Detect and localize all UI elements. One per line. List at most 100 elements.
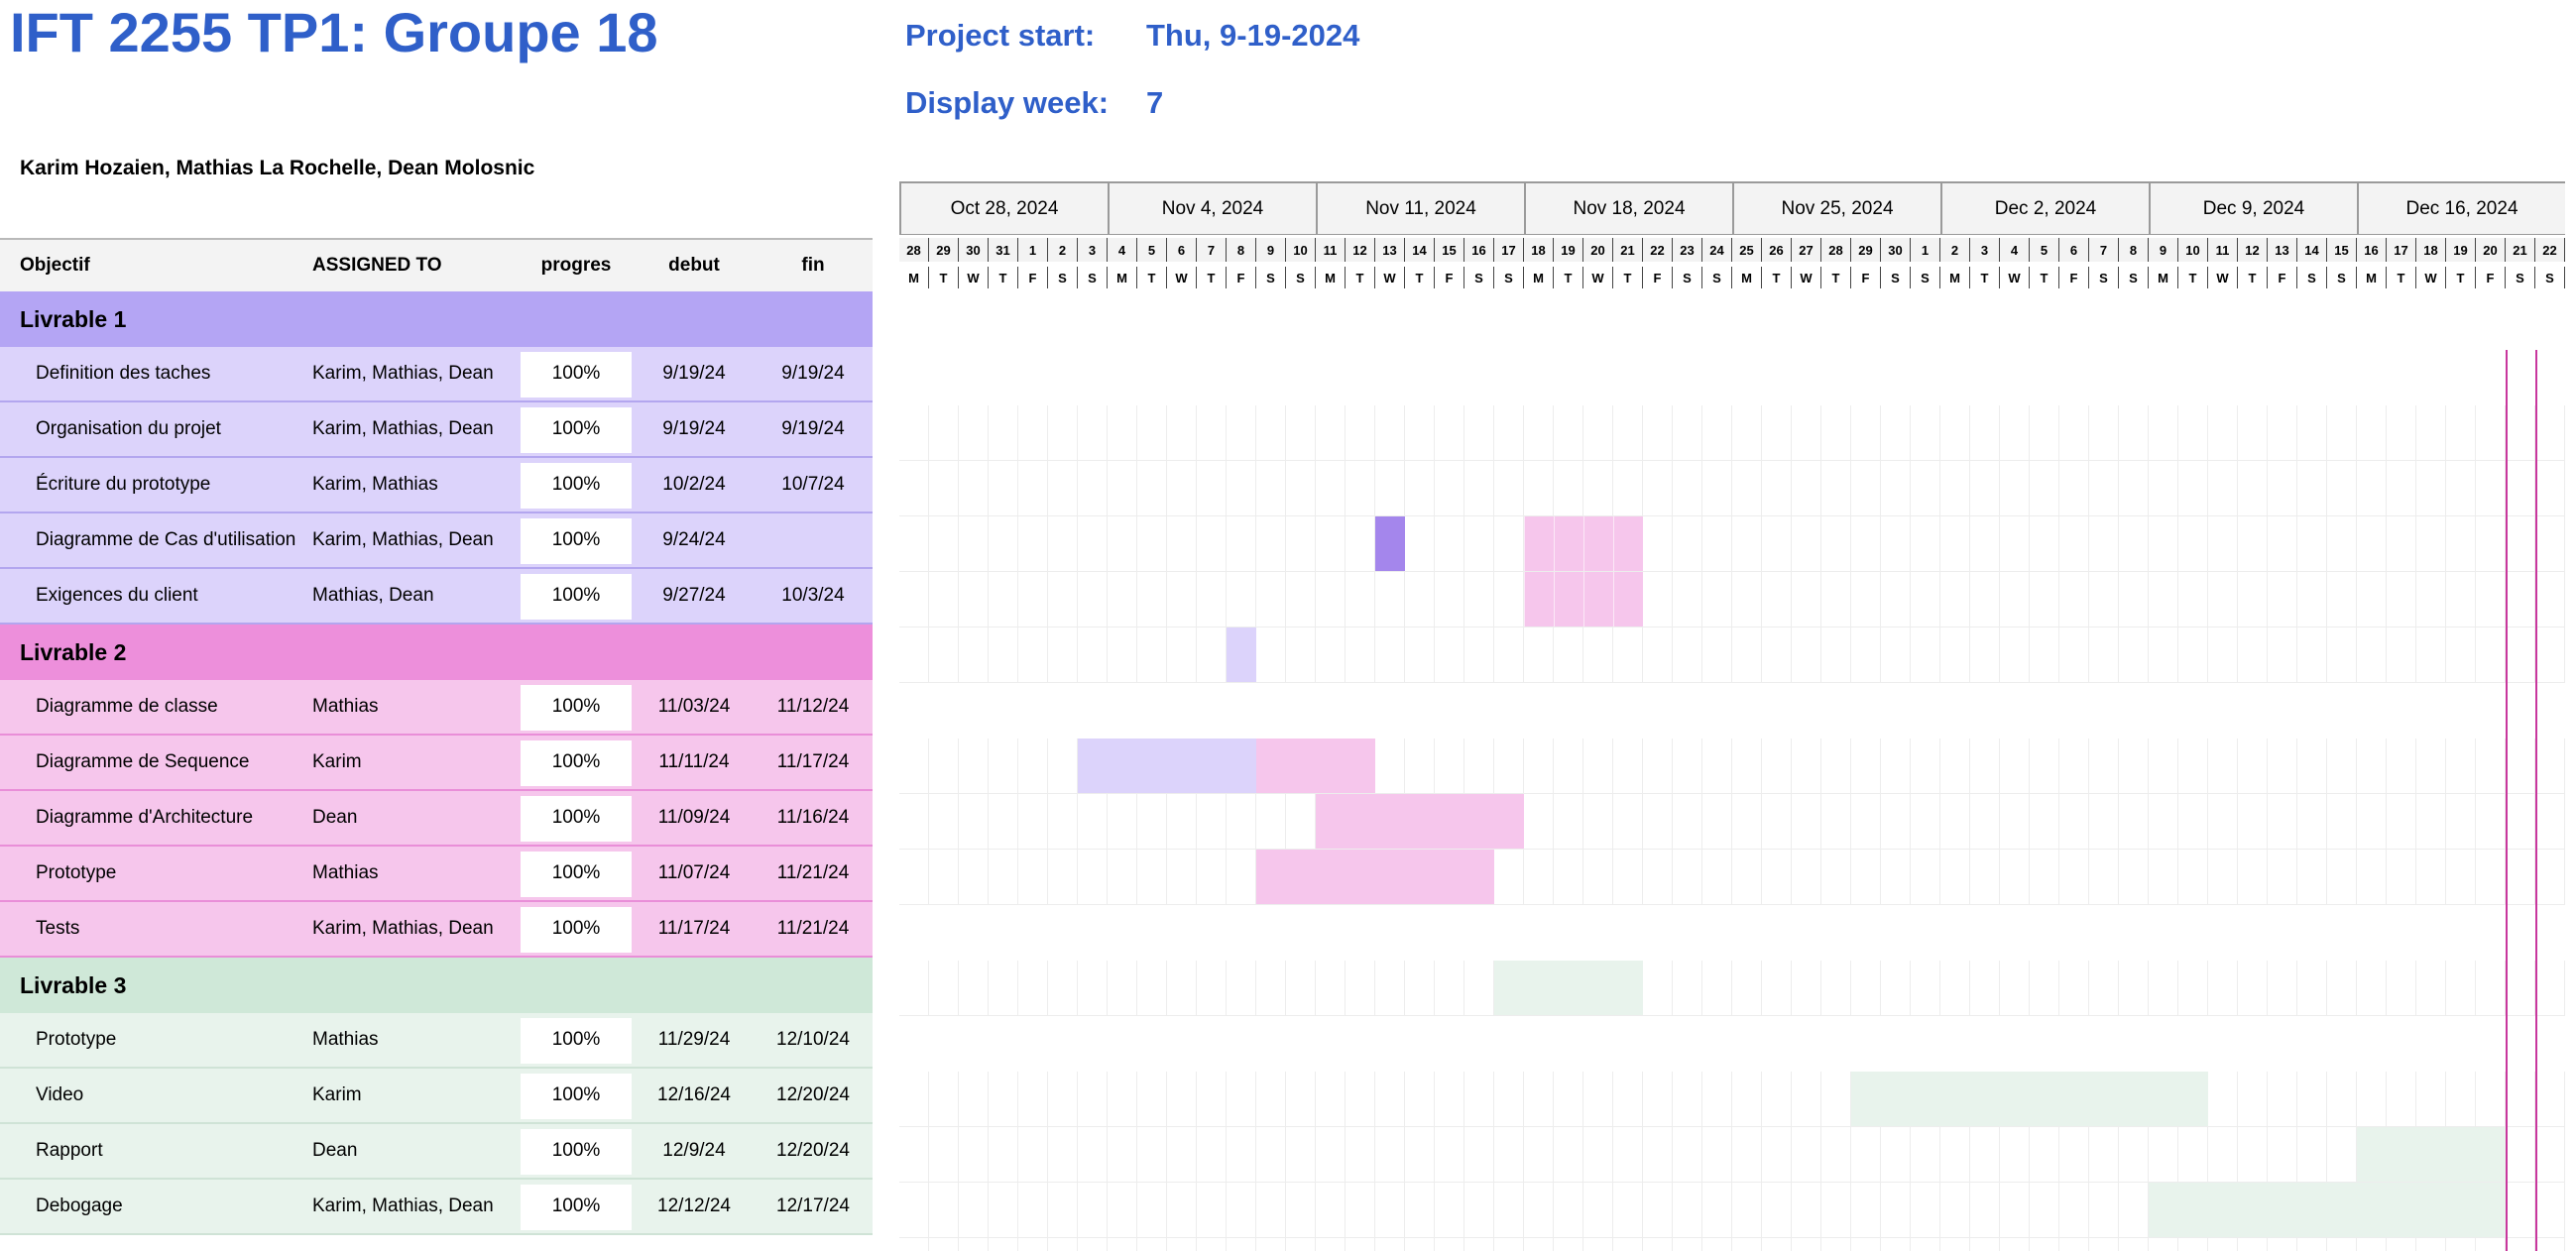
project-start-value[interactable]: Thu, 9-19-2024 — [1146, 18, 1359, 54]
task-assigned[interactable]: Karim, Mathias, Dean — [312, 902, 494, 956]
gantt-bar[interactable] — [1227, 627, 1256, 682]
gantt-bar[interactable] — [1256, 739, 1375, 793]
gantt-bar[interactable] — [1375, 516, 1405, 571]
task-assigned[interactable]: Mathias — [312, 680, 379, 734]
table-row[interactable]: Definition des taches Karim, Mathias, Dea… — [0, 347, 873, 402]
task-start-date[interactable]: 11/11/24 — [635, 736, 754, 789]
task-assigned[interactable]: Karim — [312, 736, 362, 789]
table-row[interactable]: Tests Karim, Mathias, Dean 100% 11/17/24 11/… — [0, 902, 873, 958]
task-assigned[interactable]: Mathias — [312, 847, 379, 900]
task-progress[interactable]: 100% — [521, 1180, 632, 1233]
task-name[interactable]: Diagramme de classe — [36, 680, 218, 734]
task-start-date[interactable]: 12/12/24 — [635, 1180, 754, 1233]
task-start-date[interactable]: 9/27/24 — [635, 569, 754, 623]
gantt-bar[interactable] — [1851, 1072, 2208, 1126]
task-end-date[interactable]: 11/17/24 — [754, 736, 873, 789]
task-assigned[interactable]: Mathias, Dean — [312, 569, 434, 623]
gantt-bar[interactable] — [2357, 1127, 2506, 1182]
table-row[interactable]: Video Karim 100% 12/16/24 12/20/24 — [0, 1069, 873, 1124]
task-assigned[interactable]: Dean — [312, 791, 357, 845]
task-end-date[interactable]: 12/20/24 — [754, 1069, 873, 1122]
gantt-bar[interactable] — [1524, 516, 1643, 571]
display-week-value[interactable]: 7 — [1146, 85, 1163, 121]
task-progress[interactable]: 100% — [521, 458, 632, 512]
table-row[interactable]: Diagramme d'Architecture Dean 100% 11/09/24… — [0, 791, 873, 847]
table-row[interactable]: Debogage Karim, Mathias, Dean 100% 12/12/24… — [0, 1180, 873, 1235]
table-row[interactable]: Organisation du projet Karim, Mathias, De… — [0, 402, 873, 458]
task-assigned[interactable]: Mathias — [312, 1013, 379, 1067]
task-progress[interactable]: 100% — [521, 513, 632, 567]
gantt-grid-cell — [2178, 850, 2208, 905]
task-end-date[interactable]: 9/19/24 — [754, 402, 873, 456]
task-name[interactable]: Prototype — [36, 847, 116, 900]
task-end-date[interactable]: 10/3/24 — [754, 569, 873, 623]
gantt-bar[interactable] — [1494, 961, 1643, 1015]
table-row[interactable]: Diagramme de Cas d'utilisation Karim, Mat… — [0, 513, 873, 569]
task-start-date[interactable]: 12/16/24 — [635, 1069, 754, 1122]
task-end-date[interactable]: 12/10/24 — [754, 1013, 873, 1067]
task-assigned[interactable]: Karim, Mathias — [312, 458, 438, 512]
task-name[interactable]: Diagramme de Sequence — [36, 736, 249, 789]
task-start-date[interactable]: 11/03/24 — [635, 680, 754, 734]
table-row[interactable]: Prototype Mathias 100% 11/29/24 12/10/24 — [0, 1013, 873, 1069]
task-name[interactable]: Diagramme de Cas d'utilisation — [36, 513, 295, 567]
task-start-date[interactable]: 11/17/24 — [635, 902, 754, 956]
task-name[interactable]: Organisation du projet — [36, 402, 221, 456]
task-start-date[interactable]: 11/07/24 — [635, 847, 754, 900]
task-progress[interactable]: 100% — [521, 736, 632, 789]
task-assigned[interactable]: Karim, Mathias, Dean — [312, 1180, 494, 1233]
task-progress[interactable]: 100% — [521, 791, 632, 845]
table-row[interactable]: Exigences du client Mathias, Dean 100% 9/27… — [0, 569, 873, 625]
task-end-date[interactable]: 12/20/24 — [754, 1124, 873, 1178]
task-progress[interactable]: 100% — [521, 1013, 632, 1067]
task-progress[interactable]: 100% — [521, 1069, 632, 1122]
task-end-date[interactable]: 11/21/24 — [754, 847, 873, 900]
task-assigned[interactable]: Karim, Mathias, Dean — [312, 402, 494, 456]
task-progress[interactable]: 100% — [521, 569, 632, 623]
table-row[interactable]: Prototype Mathias 100% 11/07/24 11/21/24 — [0, 847, 873, 902]
task-assigned[interactable]: Karim — [312, 1069, 362, 1122]
task-assigned[interactable]: Dean — [312, 1124, 357, 1178]
task-progress[interactable]: 100% — [521, 402, 632, 456]
table-row[interactable]: Rapport Dean 100% 12/9/24 12/20/24 — [0, 1124, 873, 1180]
task-end-date[interactable]: 11/12/24 — [754, 680, 873, 734]
task-end-date[interactable]: 12/17/24 — [754, 1180, 873, 1233]
task-name[interactable]: Rapport — [36, 1124, 103, 1178]
table-row[interactable]: Diagramme de Sequence Karim 100% 11/11/24 11… — [0, 736, 873, 791]
gantt-bar[interactable] — [1256, 850, 1494, 904]
task-end-date[interactable]: 9/19/24 — [754, 347, 873, 400]
task-assigned[interactable]: Karim, Mathias, Dean — [312, 513, 494, 567]
task-progress[interactable]: 100% — [521, 347, 632, 400]
task-end-date[interactable]: 10/7/24 — [754, 458, 873, 512]
task-name[interactable]: Definition des taches — [36, 347, 210, 400]
gantt-bar[interactable] — [1078, 739, 1256, 793]
task-start-date[interactable]: 11/29/24 — [635, 1013, 754, 1067]
gantt-bar[interactable] — [1316, 794, 1524, 849]
gantt-grid-cell — [2506, 794, 2535, 850]
table-row[interactable]: Écriture du prototype Karim, Mathias 100% 1… — [0, 458, 873, 513]
task-name[interactable]: Debogage — [36, 1180, 123, 1233]
task-end-date[interactable]: 11/16/24 — [754, 791, 873, 845]
task-start-date[interactable]: 9/19/24 — [635, 347, 754, 400]
task-name[interactable]: Prototype — [36, 1013, 116, 1067]
task-name[interactable]: Exigences du client — [36, 569, 198, 623]
task-start-date[interactable]: 11/09/24 — [635, 791, 754, 845]
task-assigned[interactable]: Karim, Mathias, Dean — [312, 347, 494, 400]
task-start-date[interactable]: 10/2/24 — [635, 458, 754, 512]
gantt-bar[interactable] — [1524, 572, 1643, 626]
gantt-bar[interactable] — [2149, 1183, 2506, 1237]
task-end-date[interactable] — [754, 513, 873, 567]
task-progress[interactable]: 100% — [521, 1124, 632, 1178]
task-progress[interactable]: 100% — [521, 680, 632, 734]
task-name[interactable]: Video — [36, 1069, 83, 1122]
task-progress[interactable]: 100% — [521, 847, 632, 900]
task-start-date[interactable]: 9/24/24 — [635, 513, 754, 567]
task-start-date[interactable]: 12/9/24 — [635, 1124, 754, 1178]
task-end-date[interactable]: 11/21/24 — [754, 902, 873, 956]
task-progress[interactable]: 100% — [521, 902, 632, 956]
table-row[interactable]: Diagramme de classe Mathias 100% 11/03/24 11… — [0, 680, 873, 736]
task-name[interactable]: Tests — [36, 902, 79, 956]
task-name[interactable]: Diagramme d'Architecture — [36, 791, 253, 845]
task-name[interactable]: Écriture du prototype — [36, 458, 210, 512]
task-start-date[interactable]: 9/19/24 — [635, 402, 754, 456]
